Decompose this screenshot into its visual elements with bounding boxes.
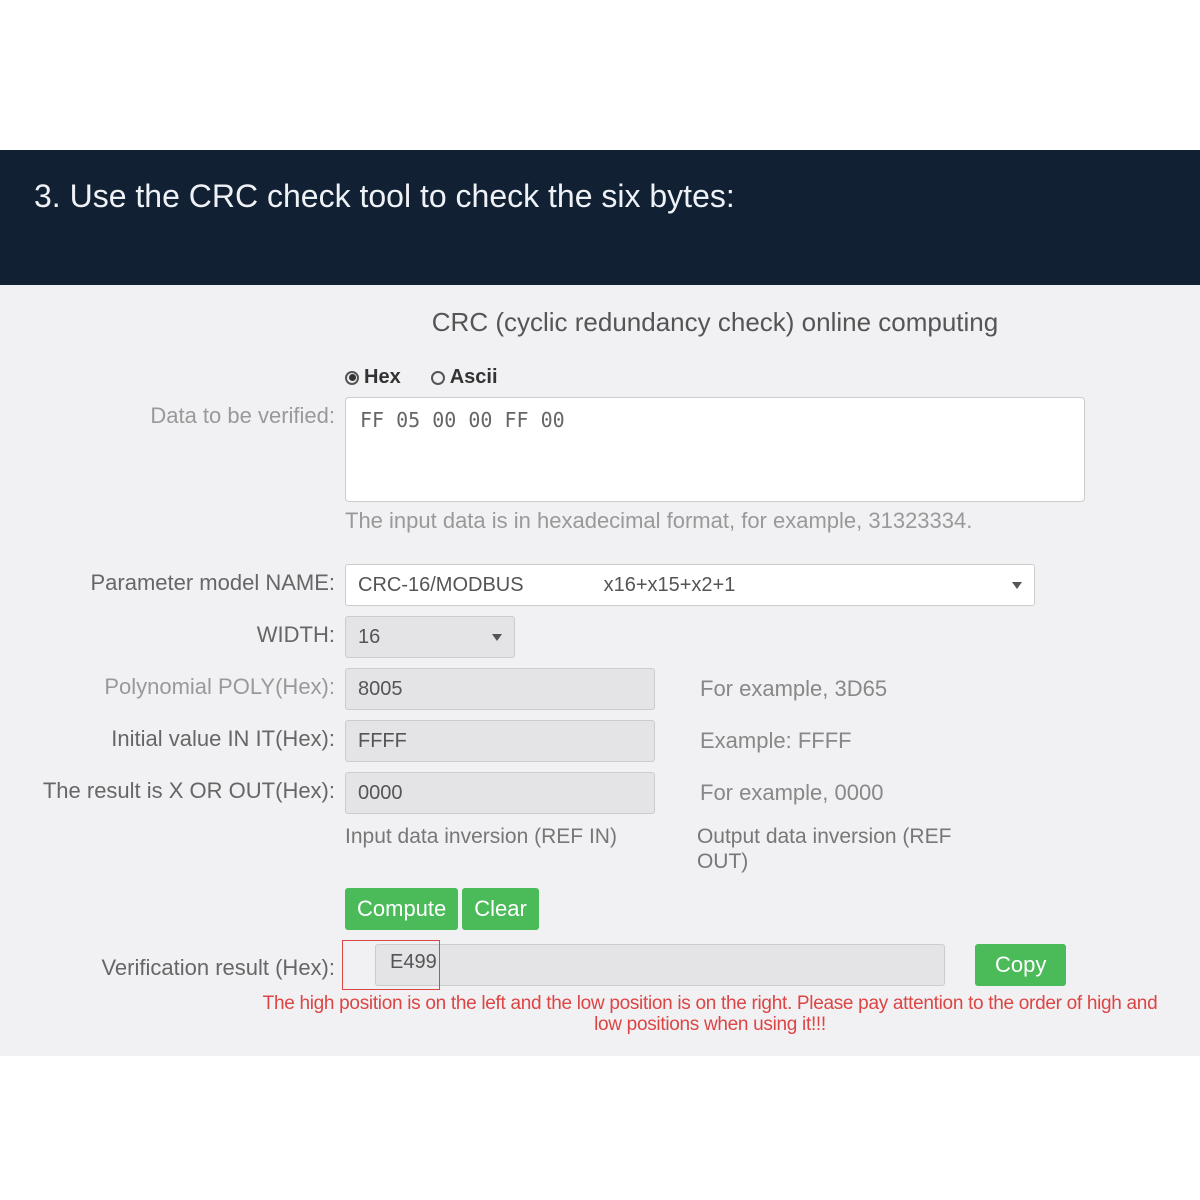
data-input[interactable] bbox=[345, 397, 1085, 502]
inversion-row: Input data inversion (REF IN) Output dat… bbox=[30, 824, 1170, 874]
radio-hex[interactable]: Hex bbox=[345, 366, 401, 389]
model-select[interactable]: CRC-16/MODBUS x16+x15+x2+1 bbox=[345, 564, 1035, 606]
radio-dot-icon bbox=[345, 371, 359, 385]
result-output[interactable]: E499 bbox=[375, 944, 945, 986]
copy-button[interactable]: Copy bbox=[975, 944, 1066, 986]
poly-value: 8005 bbox=[358, 678, 403, 701]
chevron-down-icon bbox=[1012, 582, 1022, 589]
step-title: 3. Use the CRC check tool to check the s… bbox=[34, 178, 1166, 215]
compute-button[interactable]: Compute bbox=[345, 888, 458, 930]
clear-button[interactable]: Clear bbox=[462, 888, 539, 930]
radio-dot-icon bbox=[431, 371, 445, 385]
model-name: CRC-16/MODBUS bbox=[358, 574, 524, 597]
format-radio-group: Hex Ascii bbox=[30, 366, 1170, 389]
panel-title: CRC (cyclic redundancy check) online com… bbox=[30, 307, 1170, 338]
model-polytext: x16+x15+x2+1 bbox=[604, 574, 736, 597]
xorout-example: For example, 0000 bbox=[700, 780, 883, 806]
init-input[interactable]: FFFF bbox=[345, 720, 655, 762]
model-label: Parameter model NAME: bbox=[30, 564, 345, 596]
poly-label: Polynomial POLY(Hex): bbox=[30, 668, 345, 700]
xorout-label: The result is X OR OUT(Hex): bbox=[30, 772, 345, 804]
byte-order-warning: The high position is on the left and the… bbox=[30, 992, 1170, 1036]
width-select[interactable]: 16 bbox=[345, 616, 515, 658]
xorout-value: 0000 bbox=[358, 782, 403, 805]
radio-ascii-label: Ascii bbox=[450, 366, 498, 389]
init-value: FFFF bbox=[358, 730, 407, 753]
crc-tool-panel: CRC (cyclic redundancy check) online com… bbox=[0, 285, 1200, 1056]
instruction-header: 3. Use the CRC check tool to check the s… bbox=[0, 150, 1200, 285]
chevron-down-icon bbox=[492, 634, 502, 641]
poly-input[interactable]: 8005 bbox=[345, 668, 655, 710]
data-label: Data to be verified: bbox=[30, 397, 345, 429]
result-label: Verification result (Hex): bbox=[30, 949, 345, 981]
radio-ascii[interactable]: Ascii bbox=[431, 366, 498, 389]
data-hint: The input data is in hexadecimal format,… bbox=[30, 508, 1170, 534]
xorout-input[interactable]: 0000 bbox=[345, 772, 655, 814]
radio-hex-label: Hex bbox=[364, 366, 401, 389]
refin-label: Input data inversion (REF IN) bbox=[345, 824, 617, 874]
init-example: Example: FFFF bbox=[700, 728, 852, 754]
result-value: E499 bbox=[390, 951, 437, 973]
width-label: WIDTH: bbox=[30, 616, 345, 648]
poly-example: For example, 3D65 bbox=[700, 676, 887, 702]
init-label: Initial value IN IT(Hex): bbox=[30, 720, 345, 752]
width-value: 16 bbox=[358, 626, 380, 649]
refout-label: Output data inversion (REF OUT) bbox=[697, 824, 977, 874]
